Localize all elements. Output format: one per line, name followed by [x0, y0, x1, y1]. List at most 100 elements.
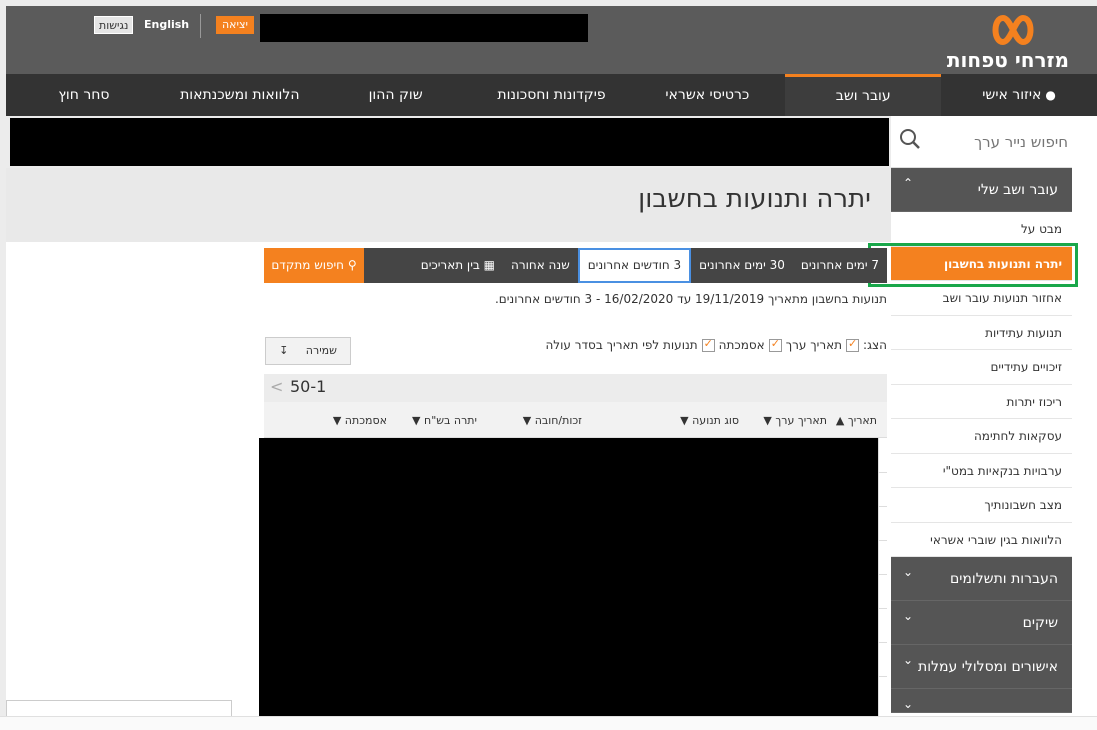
column-label: אסמכתה: [344, 414, 387, 427]
highlight-box: [868, 243, 1078, 287]
sidebar-item-future-credits[interactable]: זיכויים עתידיים: [891, 350, 1072, 385]
sidebar-group-transfers[interactable]: העברות ותשלומים ⌄: [891, 557, 1072, 601]
nav-label: כרטיסי אשראי: [665, 87, 750, 103]
chevron-up-icon: ⌃: [903, 176, 914, 190]
row-divider: [878, 676, 887, 677]
search-icon: ⚲: [347, 258, 357, 272]
filter-between-dates[interactable]: ▦ בין תאריכים: [413, 248, 503, 283]
sidebar-item-bank-guarantees[interactable]: ערבויות בנקאיות במט"י: [891, 454, 1072, 488]
sidebar-item-deals-to-sign[interactable]: עסקאות לחתימה: [891, 419, 1072, 454]
filter-7-days[interactable]: 7 ימים אחרונים: [793, 248, 887, 283]
date-range-text: תנועות בחשבון מתאריך 19/11/2019 עד 16/02…: [494, 292, 887, 306]
calendar-icon: ▦: [483, 258, 495, 272]
nav-item-deposits[interactable]: פיקדונות וחסכונות: [474, 74, 630, 116]
filter-last-year[interactable]: שנה אחורה: [503, 248, 578, 283]
bottom-bar: [0, 716, 1097, 730]
sort-down-icon: ▼: [412, 414, 421, 427]
sidebar-group-label: שיקים: [1022, 615, 1058, 631]
reference-checkbox[interactable]: [768, 337, 782, 352]
column-transaction-type[interactable]: סוג תנועה ▼: [680, 414, 739, 427]
nav-item-personal[interactable]: ●איזור אישי: [941, 74, 1097, 116]
sidebar-group-checks[interactable]: שיקים ⌄: [891, 601, 1072, 645]
sidebar-group-more[interactable]: ⌄: [891, 689, 1072, 713]
title-band: יתרה ותנועות בחשבון: [6, 168, 891, 242]
pager-range: 50-1: [290, 377, 327, 396]
nav-item-checking[interactable]: עובר ושב: [785, 74, 942, 116]
header-divider: [200, 14, 201, 38]
main-nav: ●איזור אישי עובר ושב כרטיסי אשראי פיקדונ…: [6, 74, 1097, 116]
sidebar-item-accounts-status[interactable]: מצב חשבונותיך: [891, 488, 1072, 523]
display-options: הצג: תאריך ערך אסמכתה תנועות לפי תאריך ב…: [545, 337, 887, 353]
column-label: יתרה בש"ח: [424, 414, 477, 427]
show-label: הצג:: [863, 338, 887, 352]
sidebar-group-my-checking[interactable]: עובר ושב שלי ⌃: [891, 168, 1072, 212]
english-button[interactable]: English: [144, 16, 189, 34]
security-search-input[interactable]: [938, 132, 1068, 151]
nav-item-credit-cards[interactable]: כרטיסי אשראי: [629, 74, 785, 116]
save-button[interactable]: שמירה ↧: [265, 337, 351, 365]
user-icon: ●: [1045, 88, 1056, 102]
nav-item-foreign-trade[interactable]: סחר חוץ: [6, 74, 162, 116]
chevron-down-icon: ⌄: [903, 697, 914, 711]
nav-label: סחר חוץ: [58, 87, 110, 103]
chevron-left-icon[interactable]: <: [270, 377, 283, 396]
value-date-checkbox[interactable]: [846, 337, 860, 352]
nav-label: הלוואות ומשכנתאות: [180, 87, 300, 103]
column-credit-debit[interactable]: זכות/חובה ▼: [523, 414, 582, 427]
ascending-order-checkbox[interactable]: [701, 337, 715, 352]
save-label: שמירה: [305, 344, 337, 357]
download-icon: ↧: [279, 344, 289, 357]
sidebar-scrollbar[interactable]: [1072, 116, 1097, 730]
sort-down-icon: ▼: [763, 414, 772, 427]
accessibility-button[interactable]: נגישות: [94, 16, 134, 34]
row-divider: [878, 642, 887, 643]
nav-item-loans[interactable]: הלוואות ומשכנתאות: [162, 74, 318, 116]
sort-down-icon: ▼: [522, 414, 532, 427]
filter-3-months[interactable]: 3 חודשים אחרונים: [577, 248, 692, 283]
column-label: זכות/חובה: [534, 414, 582, 427]
filter-30-days[interactable]: 30 ימים אחרונים: [691, 248, 793, 283]
row-divider: [878, 506, 887, 507]
security-search: [891, 116, 1072, 168]
row-divider: [878, 608, 887, 609]
sidebar-group-label: עובר ושב שלי: [977, 182, 1058, 198]
logout-button[interactable]: יציאה: [216, 16, 254, 34]
chevron-down-icon: ⌄: [903, 653, 914, 667]
redacted-table-body: [259, 438, 878, 730]
sidebar-item-future-transactions[interactable]: תנועות עתידיות: [891, 316, 1072, 350]
search-icon[interactable]: [899, 128, 921, 150]
sidebar-group-label: העברות ותשלומים: [949, 571, 1058, 587]
table-header: תאריך ▲ תאריך ערך ▼ סוג תנועה ▼ זכות/חוב…: [264, 402, 887, 438]
redacted-area: [260, 14, 588, 42]
sidebar-group-approvals[interactable]: אישורים ומסלולי עמלות ⌄: [891, 645, 1072, 689]
sidebar-item-credit-voucher-loans[interactable]: הלוואות בגין שוברי אשראי: [891, 523, 1072, 557]
advanced-search-label: חיפוש מתקדם: [271, 258, 345, 272]
logo-mark-icon: [992, 14, 1034, 46]
column-label: סוג תנועה: [692, 414, 739, 427]
column-value-date[interactable]: תאריך ערך ▼: [763, 414, 827, 427]
sidebar-item-balances-summary[interactable]: ריכוז יתרות: [891, 385, 1072, 419]
chevron-down-icon: ⌄: [903, 609, 914, 623]
sort-down-icon: ▼: [332, 414, 342, 427]
option-label: תנועות לפי תאריך בסדר עולה: [545, 338, 698, 352]
top-header: מזרחי טפחות נגישות English יציאה: [6, 6, 1097, 74]
nav-label: עובר ושב: [835, 88, 891, 104]
filter-label: בין תאריכים: [420, 258, 480, 272]
sort-down-icon: ▼: [680, 414, 689, 427]
bank-logo[interactable]: מזרחי טפחות: [947, 14, 1069, 72]
column-reference[interactable]: אסמכתה ▼: [333, 414, 387, 427]
column-date[interactable]: תאריך ▲: [836, 414, 877, 427]
option-label: תאריך ערך: [785, 338, 843, 352]
page-title: יתרה ותנועות בחשבון: [638, 184, 871, 214]
nav-label: פיקדונות וחסכונות: [497, 87, 606, 103]
column-label: תאריך: [847, 414, 877, 427]
logo-text: מזרחי טפחות: [946, 48, 1069, 72]
sort-up-icon: ▲: [835, 414, 845, 427]
table-edge: [878, 438, 887, 730]
sidebar: עובר ושב שלי ⌃ מבט על יתרה ותנועות בחשבו…: [891, 116, 1072, 730]
nav-item-capital-market[interactable]: שוק ההון: [318, 74, 474, 116]
column-balance[interactable]: יתרה בש"ח ▼: [412, 414, 477, 427]
advanced-search-button[interactable]: ⚲ חיפוש מתקדם: [264, 248, 364, 283]
sidebar-item-overview[interactable]: מבט על: [891, 212, 1072, 247]
row-divider: [878, 574, 887, 575]
